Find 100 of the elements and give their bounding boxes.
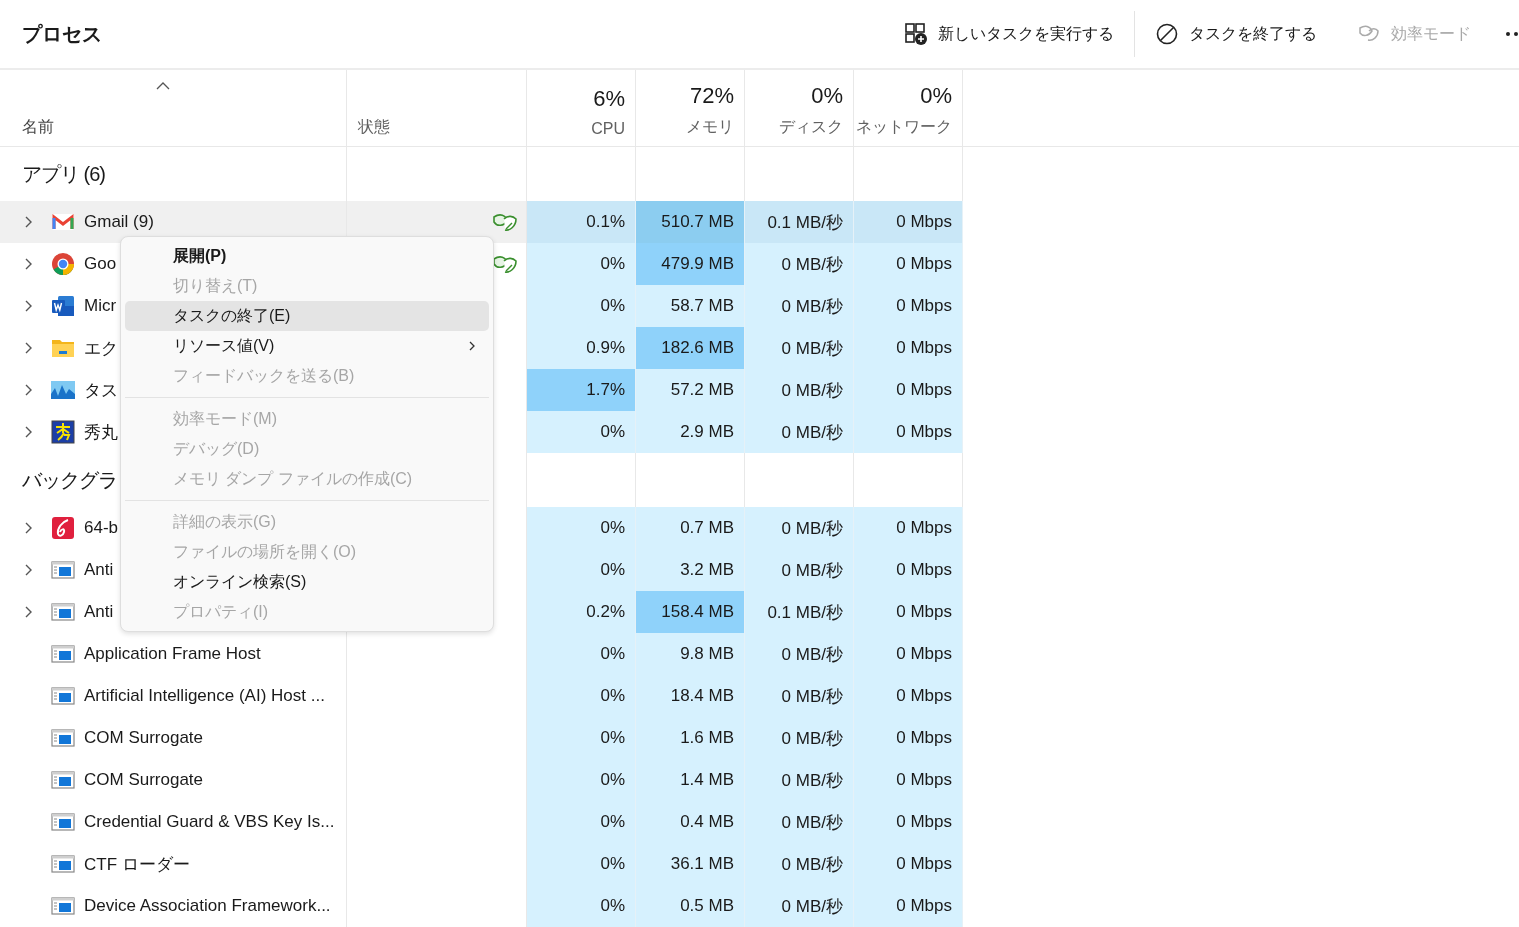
process-name-cell[interactable]: Gmail (9) [0,201,347,243]
process-name-cell[interactable]: CTF ローダー [0,843,347,885]
table-cell: 0% [527,759,636,801]
window-icon [51,726,75,750]
process-name-cell[interactable]: Credential Guard & VBS Key Is... [0,801,347,843]
table-cell: 0 MB/秒 [745,549,854,591]
table-cell: 0.1% [527,201,636,243]
table-cell: 0.1 MB/秒 [745,591,854,633]
table-cell: 0 Mbps [854,717,963,759]
table-cell: 0% [527,243,636,285]
table-cell: 0.4 MB [636,801,745,843]
table-cell: 0.7 MB [636,507,745,549]
menu-item[interactable]: リソース値(V) [125,331,489,361]
table-cell: 0% [527,549,636,591]
circle-logo-icon [51,252,75,276]
table-cell: 158.4 MB [636,591,745,633]
table-cell: 58.7 MB [636,285,745,327]
table-cell: 57.2 MB [636,369,745,411]
table-cell: 0 Mbps [854,675,963,717]
table-cell: 0 Mbps [854,327,963,369]
table-cell: 0 MB/秒 [745,285,854,327]
window-icon [51,558,75,582]
table-cell: 182.6 MB [636,327,745,369]
table-cell: 0 MB/秒 [745,843,854,885]
table-cell: 0 MB/秒 [745,327,854,369]
column-header[interactable]: CPU [591,120,625,138]
table-cell: 0.5 MB [636,885,745,927]
column-header[interactable]: ネットワーク [856,117,952,138]
table-cell: 0 Mbps [854,549,963,591]
table-cell: 479.9 MB [636,243,745,285]
prohibited-icon [1155,22,1179,46]
run-task-icon [904,22,928,46]
more-icon[interactable] [1505,31,1519,37]
table-cell: 0% [527,717,636,759]
table-cell: 0% [527,411,636,453]
page-title: プロセス [22,21,103,47]
table-cell: 0.9% [527,327,636,369]
table-cell: 18.4 MB [636,675,745,717]
table-cell: 0% [527,633,636,675]
table-cell: 0% [527,843,636,885]
toolbar-button[interactable]: 新しいタスクを実行する [884,11,1134,57]
menu-item[interactable]: 展開(P) [125,241,489,271]
table-cell: 0 Mbps [854,285,963,327]
toolbar-button[interactable]: タスクを終了する [1135,11,1337,57]
process-name-cell[interactable]: Device Association Framework... [0,885,347,927]
window-icon [51,894,75,918]
column-header[interactable]: メモリ [686,117,734,138]
table-cell: 0 MB/秒 [745,675,854,717]
table-cell: 36.1 MB [636,843,745,885]
table-cell: 1.6 MB [636,717,745,759]
table-cell: 0 MB/秒 [745,801,854,843]
window-icon [51,600,75,624]
column-summary: 0% [811,83,843,109]
table-cell: 0% [527,285,636,327]
process-name-cell[interactable]: Application Frame Host [0,633,347,675]
table-cell: 0 MB/秒 [745,243,854,285]
table-cell: 0 Mbps [854,411,963,453]
table-cell: 0 MB/秒 [745,507,854,549]
column-header[interactable]: 名前 [22,117,336,138]
window-icon [51,810,75,834]
table-cell: 0 Mbps [854,759,963,801]
column-header[interactable]: ディスク [779,117,843,138]
table-cell: 0 MB/秒 [745,411,854,453]
table-cell: 2.9 MB [636,411,745,453]
table-cell: 0 MB/秒 [745,717,854,759]
table-cell: 1.7% [527,369,636,411]
table-cell: 1.4 MB [636,759,745,801]
table-cell: 0% [527,801,636,843]
table-cell: 0 Mbps [854,885,963,927]
app-icon [51,516,75,540]
table-cell: 0% [527,507,636,549]
table-cell: 9.8 MB [636,633,745,675]
table-cell: 0.1 MB/秒 [745,201,854,243]
window-icon [51,768,75,792]
chart-icon [51,378,75,402]
process-name-cell[interactable]: COM Surrogate [0,717,347,759]
table-cell: 0 Mbps [854,843,963,885]
table-cell: 0 Mbps [854,243,963,285]
document-w-icon [51,294,75,318]
table-cell: 0 Mbps [854,591,963,633]
column-header[interactable]: 状態 [358,117,516,138]
process-name-cell[interactable]: Artificial Intelligence (AI) Host ... [0,675,347,717]
table-cell: 3.2 MB [636,549,745,591]
window-icon [51,684,75,708]
app-icon [51,420,75,444]
menu-item[interactable]: タスクの終了(E) [125,301,489,331]
column-summary: 6% [593,86,625,112]
table-cell: 0 Mbps [854,801,963,843]
table-cell: 0 MB/秒 [745,885,854,927]
table-cell: 0 Mbps [854,507,963,549]
menu-item[interactable]: オンライン検索(S) [125,567,489,597]
table-cell: 510.7 MB [636,201,745,243]
table-cell: 0% [527,675,636,717]
table-cell: 0% [527,885,636,927]
column-summary: 0% [920,83,952,109]
window-icon [51,852,75,876]
table-cell: 0.2% [527,591,636,633]
window-icon [51,642,75,666]
process-name-cell[interactable]: COM Surrogate [0,759,347,801]
table-cell: 0 MB/秒 [745,759,854,801]
